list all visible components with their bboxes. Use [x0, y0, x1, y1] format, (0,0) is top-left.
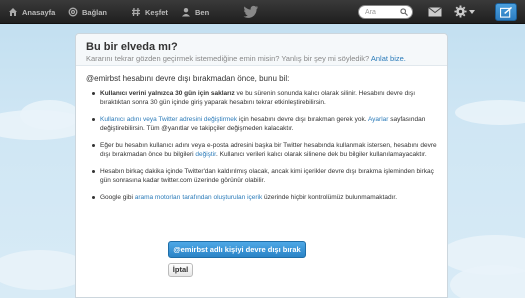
change-link[interactable]: değiştir — [195, 151, 216, 158]
cancel-button[interactable]: İptal — [168, 263, 193, 277]
card-header: Bu bir elveda mı? Kararını tekrar gözden… — [76, 34, 447, 66]
list-item: Kullanıcı verini yalnızca 30 gün için sa… — [92, 89, 437, 107]
home-icon — [9, 8, 17, 16]
top-navigation-bar: Anasayfa Bağlan Keşfet Ben Ara — [0, 0, 525, 24]
at-icon — [68, 7, 78, 17]
chevron-down-icon[interactable] — [469, 10, 475, 14]
card-body: @emirbst hesabını devre dışı bırakmadan … — [76, 66, 447, 202]
nav-home[interactable]: Anasayfa — [8, 0, 55, 24]
settings-link[interactable]: Ayarlar — [368, 116, 388, 123]
nav-discover-label: Keşfet — [145, 7, 168, 17]
change-username-link[interactable]: Kullanıcı adını veya Twitter adresini de… — [100, 116, 237, 123]
gear-icon[interactable] — [454, 5, 467, 18]
username-text: için hesabını devre dışı bırakman gerek … — [237, 116, 368, 123]
messages-icon[interactable] — [428, 7, 442, 17]
compose-icon — [500, 7, 513, 18]
removal-text: Hesabın birkaç dakika içinde Twitter'dan… — [100, 168, 434, 184]
nav-home-label: Anasayfa — [22, 7, 56, 17]
background-cloud — [20, 100, 80, 130]
person-icon — [182, 8, 190, 17]
subtitle-text: Kararını tekrar gözden geçirmek istemedi… — [86, 54, 370, 63]
nav-connect[interactable]: Bağlan — [68, 0, 107, 24]
list-item: Google gibi arama motorları tarafından o… — [92, 193, 437, 202]
info-list: Kullanıcı verini yalnızca 30 gün için sa… — [86, 89, 437, 202]
intro-text: @emirbst hesabını devre dışı bırakmadan … — [86, 74, 290, 83]
deactivate-button[interactable]: @emirbst adlı kişiyi devre dışı bırak — [168, 241, 306, 258]
email-rest-text: . Kullanıcı verileri kalıcı olarak silin… — [216, 151, 427, 158]
nav-me[interactable]: Ben — [181, 0, 209, 24]
page-title: Bu bir elveda mı? — [86, 41, 178, 53]
search-engine-content-link[interactable]: arama motorları tarafından oluşturulan i… — [135, 194, 263, 201]
hashtag-icon — [132, 7, 140, 17]
list-item: Eğer bu hesabın kullanıcı adını veya e-p… — [92, 141, 437, 159]
nav-discover[interactable]: Keşfet — [131, 0, 168, 24]
nav-me-label: Ben — [195, 7, 210, 17]
page-subtitle: Kararını tekrar gözden geçirmek istemedi… — [86, 54, 437, 64]
twitter-bird-icon[interactable] — [243, 5, 259, 19]
background-cloud — [455, 100, 525, 125]
deactivate-account-card: Bu bir elveda mı? Kararını tekrar gözden… — [75, 33, 448, 298]
google-rest-text: üzerinde hiçbir kontrolümüz bulunmamakta… — [262, 194, 397, 201]
nav-connect-label: Bağlan — [82, 7, 108, 17]
tell-us-link[interactable]: Anlat bize. — [371, 54, 406, 63]
list-item: Hesabın birkaç dakika içinde Twitter'dan… — [92, 167, 437, 185]
list-item: Kullanıcı adını veya Twitter adresini de… — [92, 115, 437, 133]
google-text: Google gibi — [100, 194, 135, 201]
search-icon[interactable] — [400, 8, 408, 16]
retention-bold-text: Kullanıcı verini yalnızca 30 gün için sa… — [100, 90, 235, 97]
compose-tweet-button[interactable] — [495, 3, 517, 21]
